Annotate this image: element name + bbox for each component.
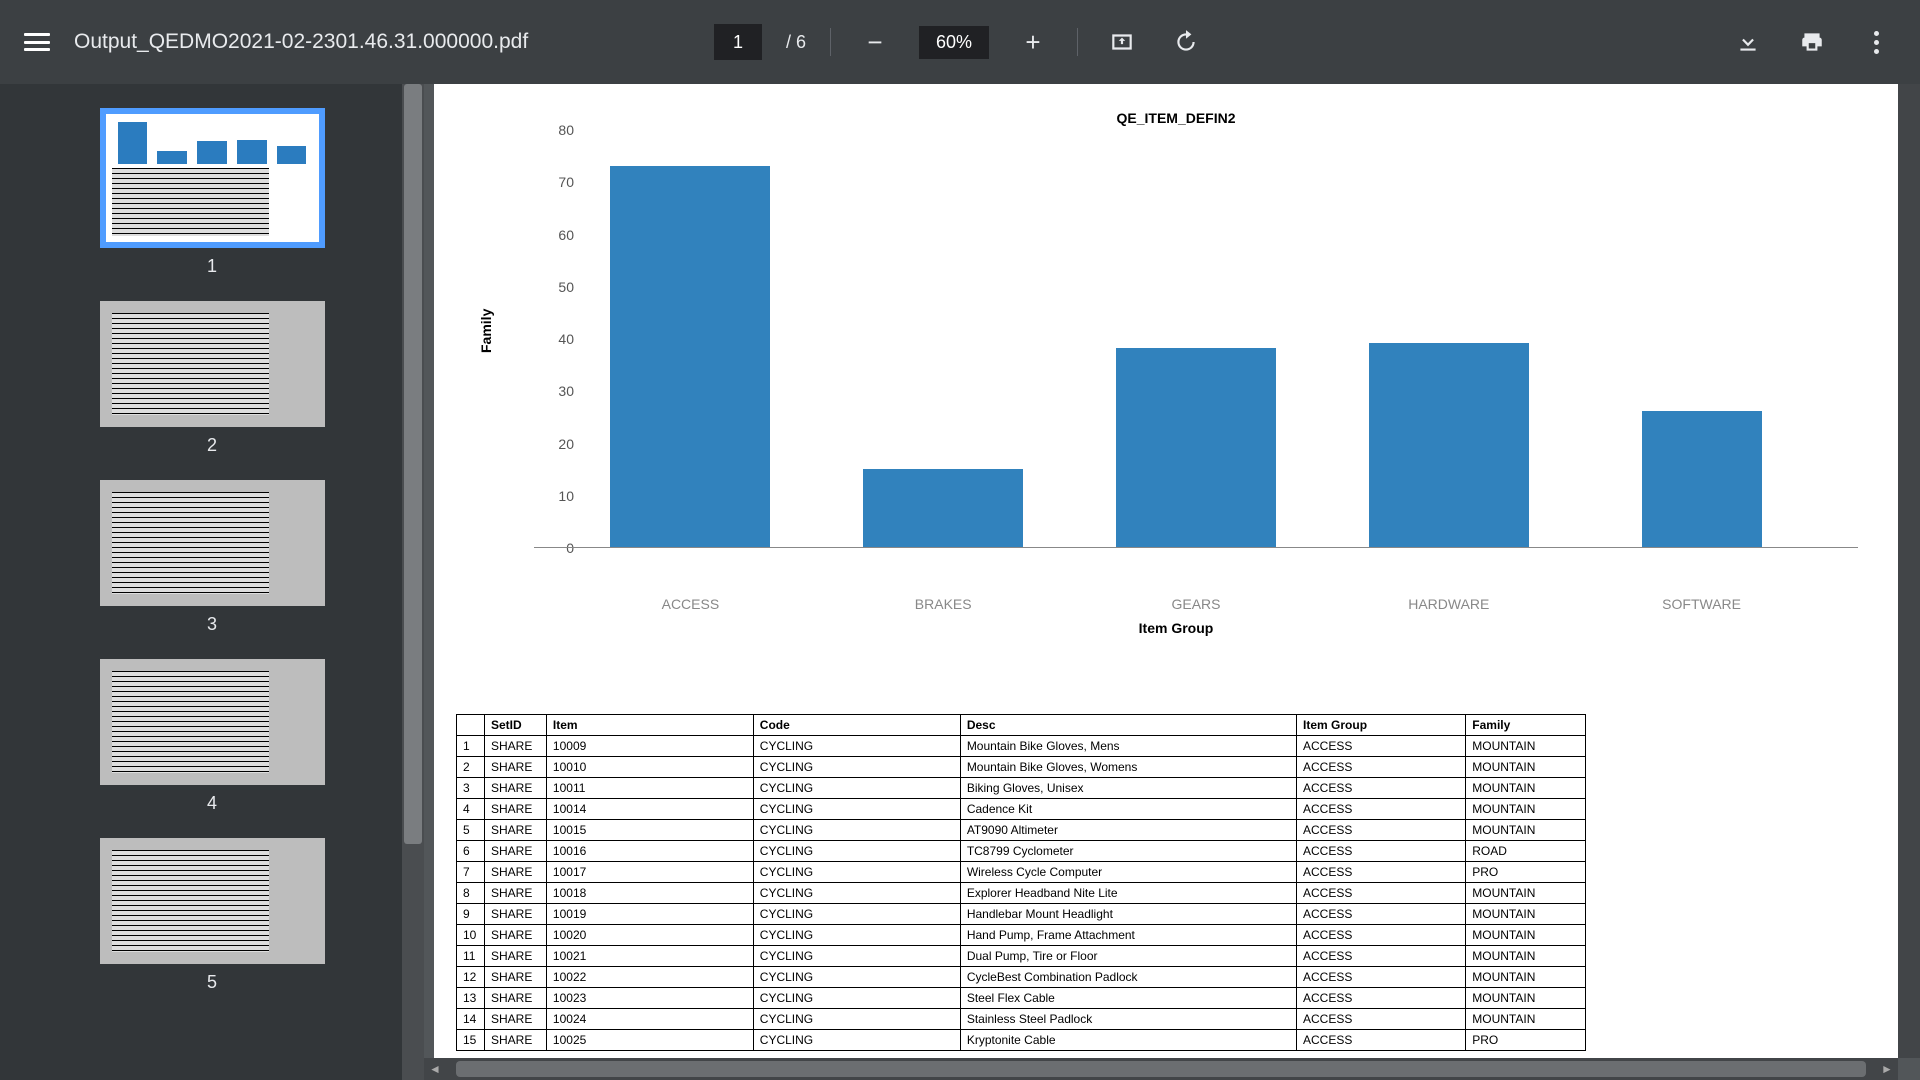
table-header: Item Group xyxy=(1297,715,1466,736)
thumbnail-page-3[interactable]: 3 xyxy=(100,480,325,635)
scroll-left-icon[interactable]: ◄ xyxy=(424,1058,446,1080)
zoom-in-button[interactable]: + xyxy=(1013,22,1053,62)
table-header: Family xyxy=(1466,715,1586,736)
thumbnail-page-2[interactable]: 2 xyxy=(100,301,325,456)
download-icon[interactable] xyxy=(1728,22,1768,62)
zoom-level[interactable]: 60% xyxy=(919,26,989,59)
thumbnail-sidebar: 1 2 3 4 5 xyxy=(0,84,424,1080)
table-row: 8SHARE10018CYCLINGExplorer Headband Nite… xyxy=(457,883,1586,904)
table-header: Desc xyxy=(960,715,1296,736)
table-row: 5SHARE10015CYCLINGAT9090 AltimeterACCESS… xyxy=(457,820,1586,841)
x-tick: SOFTWARE xyxy=(1575,590,1828,612)
x-tick: GEARS xyxy=(1070,590,1323,612)
y-axis-label: Family xyxy=(478,309,494,353)
fit-to-page-icon[interactable] xyxy=(1102,22,1142,62)
divider xyxy=(1077,28,1078,56)
thumbnail-page-4[interactable]: 4 xyxy=(100,659,325,814)
table-header xyxy=(457,715,485,736)
table-header: Item xyxy=(546,715,753,736)
page-number-input[interactable] xyxy=(714,24,762,60)
thumbnail-label: 4 xyxy=(207,793,217,814)
chart-title: QE_ITEM_DEFIN2 xyxy=(494,110,1858,126)
table-row: 7SHARE10017CYCLINGWireless Cycle Compute… xyxy=(457,862,1586,883)
x-tick: HARDWARE xyxy=(1322,590,1575,612)
x-tick: ACCESS xyxy=(564,590,817,612)
table-row: 2SHARE10010CYCLINGMountain Bike Gloves, … xyxy=(457,757,1586,778)
bar-access xyxy=(610,166,770,547)
main-viewer: QE_ITEM_DEFIN2 Family 01020304050607080 … xyxy=(424,84,1920,1080)
page-total: / 6 xyxy=(786,32,806,53)
table-row: 4SHARE10014CYCLINGCadence KitACCESSMOUNT… xyxy=(457,799,1586,820)
table-row: 10SHARE10020CYCLINGHand Pump, Frame Atta… xyxy=(457,925,1586,946)
table-row: 15SHARE10025CYCLINGKryptonite CableACCES… xyxy=(457,1030,1586,1051)
print-icon[interactable] xyxy=(1792,22,1832,62)
thumbnail-page-1[interactable]: 1 xyxy=(100,108,325,277)
main-horizontal-scrollbar[interactable]: ◄ ► xyxy=(424,1058,1898,1080)
table-row: 12SHARE10022CYCLINGCycleBest Combination… xyxy=(457,967,1586,988)
table-header: SetID xyxy=(484,715,546,736)
table-row: 3SHARE10011CYCLINGBiking Gloves, UnisexA… xyxy=(457,778,1586,799)
table-row: 13SHARE10023CYCLINGSteel Flex CableACCES… xyxy=(457,988,1586,1009)
x-axis-label: Item Group xyxy=(494,620,1858,636)
thumbnail-label: 1 xyxy=(207,256,217,277)
document-filename: Output_QEDMO2021-02-2301.46.31.000000.pd… xyxy=(74,30,528,54)
pdf-toolbar: Output_QEDMO2021-02-2301.46.31.000000.pd… xyxy=(0,0,1920,84)
sidebar-scrollbar[interactable] xyxy=(402,84,424,1080)
more-options-icon[interactable] xyxy=(1856,22,1896,62)
divider xyxy=(830,28,831,56)
menu-icon[interactable] xyxy=(24,29,50,55)
main-vertical-scrollbar[interactable] xyxy=(1898,84,1920,1058)
bar-gears xyxy=(1116,348,1276,547)
pdf-page[interactable]: QE_ITEM_DEFIN2 Family 01020304050607080 … xyxy=(434,84,1898,1058)
thumbnail-page-5[interactable]: 5 xyxy=(100,838,325,993)
bar-hardware xyxy=(1369,343,1529,547)
table-header: Code xyxy=(753,715,960,736)
bar-brakes xyxy=(863,469,1023,547)
bar-chart: QE_ITEM_DEFIN2 Family 01020304050607080 … xyxy=(434,84,1898,694)
table-row: 9SHARE10019CYCLINGHandlebar Mount Headli… xyxy=(457,904,1586,925)
table-row: 14SHARE10024CYCLINGStainless Steel Padlo… xyxy=(457,1009,1586,1030)
bar-software xyxy=(1642,411,1762,547)
table-row: 1SHARE10009CYCLINGMountain Bike Gloves, … xyxy=(457,736,1586,757)
table-row: 11SHARE10021CYCLINGDual Pump, Tire or Fl… xyxy=(457,946,1586,967)
data-table: SetIDItemCodeDescItem GroupFamily 1SHARE… xyxy=(456,714,1586,1051)
table-row: 6SHARE10016CYCLINGTC8799 CyclometerACCES… xyxy=(457,841,1586,862)
rotate-icon[interactable] xyxy=(1166,22,1206,62)
x-tick: BRAKES xyxy=(817,590,1070,612)
zoom-out-button[interactable]: − xyxy=(855,22,895,62)
thumbnail-label: 5 xyxy=(207,972,217,993)
thumbnail-label: 2 xyxy=(207,435,217,456)
scroll-right-icon[interactable]: ► xyxy=(1876,1058,1898,1080)
thumbnail-label: 3 xyxy=(207,614,217,635)
